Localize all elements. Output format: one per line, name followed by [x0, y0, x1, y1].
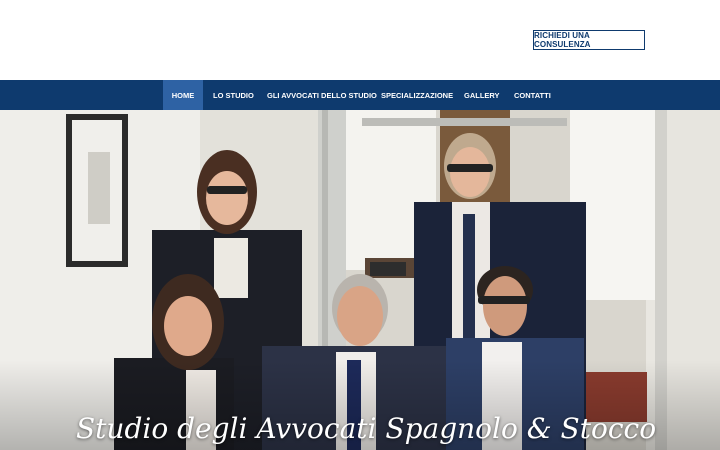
- nav-item-contatti[interactable]: CONTATTI: [514, 80, 551, 110]
- request-consultation-button[interactable]: RICHIEDI UNA CONSULENZA: [533, 30, 645, 50]
- nav-item-specializzazione[interactable]: SPECIALIZZAZIONE: [381, 80, 453, 110]
- site-header: RICHIEDI UNA CONSULENZA: [0, 0, 720, 80]
- hero-banner: Studio degli Avvocati Spagnolo & Stocco: [0, 110, 720, 450]
- nav-item-avvocati[interactable]: GLI AVVOCATI DELLO STUDIO: [267, 80, 377, 110]
- nav-item-gallery[interactable]: GALLERY: [464, 80, 500, 110]
- nav-item-lo-studio[interactable]: LO STUDIO: [213, 80, 254, 110]
- hero-group-photo: [0, 110, 720, 450]
- nav-item-home[interactable]: HOME: [163, 80, 203, 110]
- hero-title: Studio degli Avvocati Spagnolo & Stocco: [76, 412, 657, 445]
- main-navigation: HOME LO STUDIO GLI AVVOCATI DELLO STUDIO…: [0, 80, 720, 110]
